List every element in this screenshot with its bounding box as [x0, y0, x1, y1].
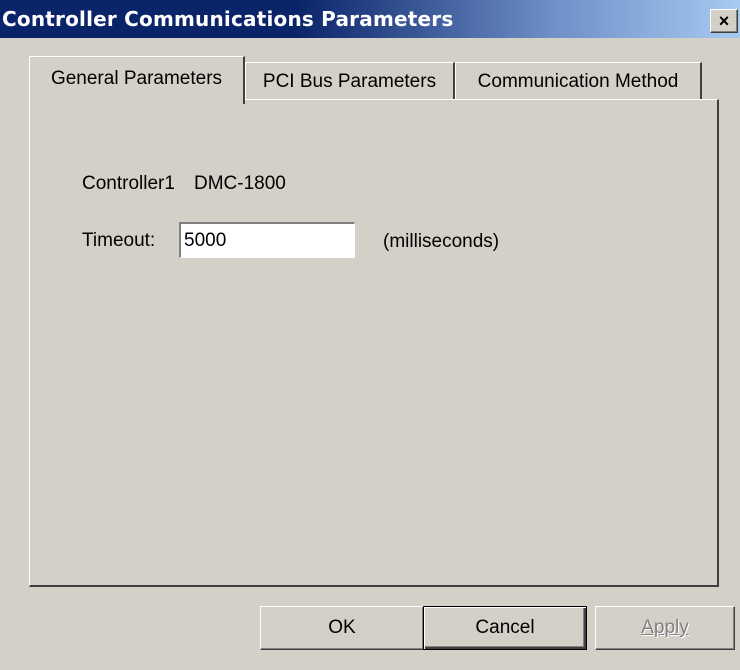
- timeout-label: Timeout:: [82, 230, 156, 251]
- apply-button-label: Apply: [641, 617, 689, 638]
- timeout-input[interactable]: [179, 222, 355, 258]
- close-button[interactable]: ×: [710, 9, 738, 33]
- window-title: Controller Communications Parameters: [2, 7, 454, 31]
- tab-label: PCI Bus Parameters: [262, 71, 437, 92]
- title-bar: Controller Communications Parameters ×: [0, 0, 740, 39]
- close-icon: ×: [718, 11, 730, 31]
- apply-button[interactable]: Apply: [595, 606, 735, 650]
- controller-model: DMC-1800: [194, 173, 286, 194]
- tab-label: Communication Method: [477, 71, 679, 92]
- tab-pci-bus-parameters[interactable]: PCI Bus Parameters: [245, 62, 455, 100]
- timeout-units-label: (milliseconds): [383, 231, 500, 252]
- cancel-button-label: Cancel: [475, 617, 535, 638]
- tab-label: General Parameters: [50, 68, 223, 89]
- tab-general-parameters[interactable]: General Parameters: [29, 56, 245, 104]
- ok-button-label: OK: [328, 617, 356, 638]
- ok-button[interactable]: OK: [260, 606, 424, 650]
- tab-communication-method[interactable]: Communication Method: [455, 62, 702, 100]
- controller-name: Controller1: [82, 173, 175, 194]
- cancel-button[interactable]: Cancel: [423, 606, 587, 650]
